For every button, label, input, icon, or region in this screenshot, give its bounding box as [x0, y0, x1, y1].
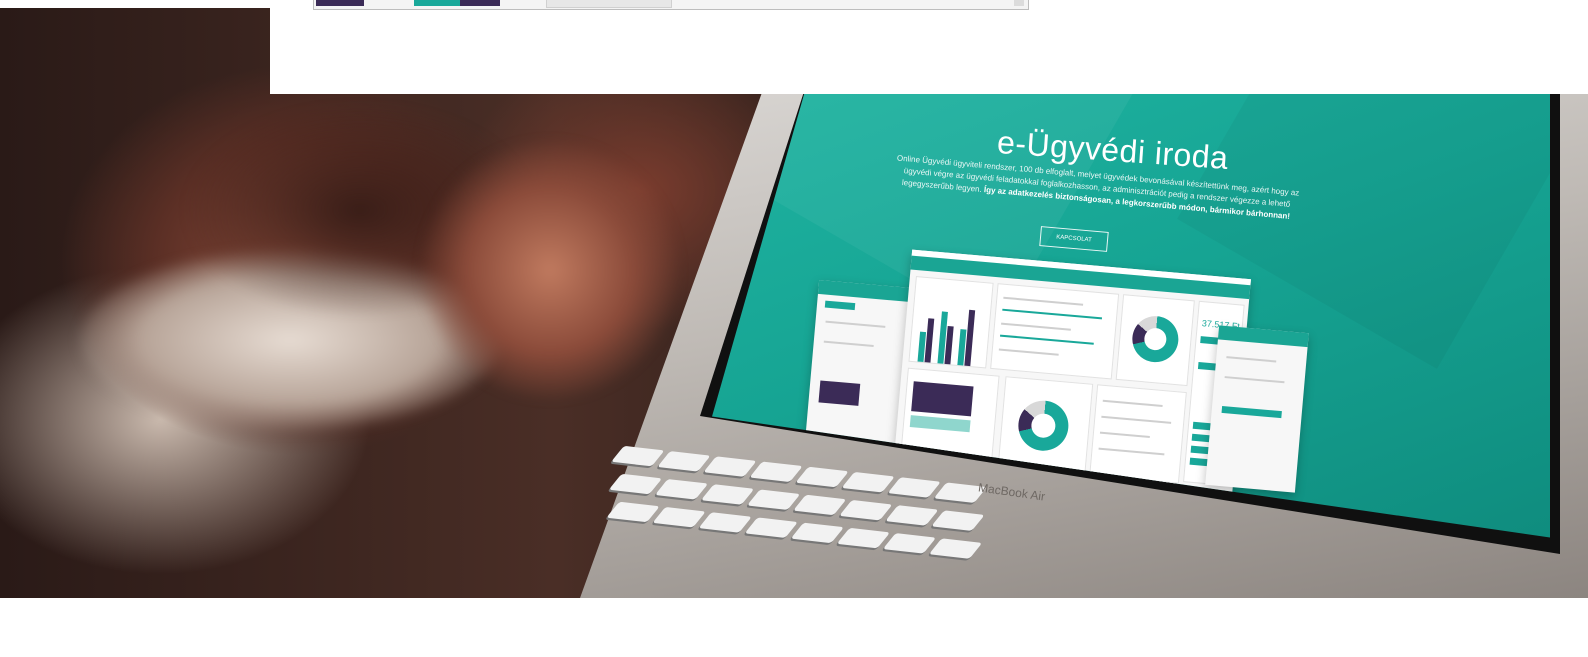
keyboard-key — [790, 522, 845, 544]
text-line — [823, 340, 874, 347]
keyboard-key — [652, 506, 706, 528]
keyboard-key — [749, 461, 803, 483]
dark-card — [911, 381, 974, 417]
progress-line — [999, 334, 1094, 345]
text-line — [1003, 296, 1084, 306]
text-line — [1101, 415, 1172, 424]
keyboard-key — [703, 456, 757, 477]
text-line — [998, 348, 1059, 356]
donut-card — [1115, 294, 1195, 387]
chart-bar — [924, 318, 935, 363]
strip-dark-segment-2 — [460, 0, 500, 6]
keyboard-key — [700, 484, 755, 505]
keyboard-key — [608, 473, 663, 495]
keyboard-key — [747, 489, 801, 510]
light-teal-block — [909, 415, 971, 433]
panel-button — [1221, 405, 1282, 419]
bar-chart-card — [908, 276, 994, 369]
strip-input-box — [546, 0, 672, 8]
contact-button[interactable]: KAPCSOLAT — [1039, 226, 1109, 252]
keyboard-key — [887, 477, 941, 498]
text-line — [1098, 447, 1165, 456]
strip-scrollbar — [1014, 0, 1024, 6]
progress-line — [1002, 308, 1103, 320]
list-card — [990, 283, 1120, 380]
keyboard-key — [882, 533, 937, 554]
strip-dark-segment — [316, 0, 364, 6]
keyboard-key — [931, 510, 985, 531]
keyboard-key — [841, 471, 895, 493]
keyboard-key — [836, 527, 891, 549]
screenshot-strip — [313, 0, 1029, 10]
chart-bar — [964, 309, 976, 367]
text-line — [825, 320, 886, 328]
text-line — [1099, 431, 1150, 439]
white-overlay-block — [270, 0, 1588, 94]
app-button — [824, 300, 856, 311]
blurred-face — [420, 140, 680, 400]
app-topbar — [1217, 325, 1309, 348]
white-overlay-edge — [0, 0, 270, 8]
keyboard-key — [606, 501, 660, 523]
strip-teal-segment — [414, 0, 460, 6]
keyboard-key — [698, 512, 752, 533]
text-line — [1224, 376, 1285, 384]
app-window-right — [1205, 325, 1309, 493]
keyboard-key — [839, 499, 893, 521]
keyboard-key — [654, 479, 709, 500]
keyboard-key — [795, 466, 849, 488]
timeline-card — [1089, 384, 1187, 484]
keyboard-key — [793, 494, 847, 516]
app-topbar — [817, 279, 919, 303]
text-line — [1001, 322, 1071, 331]
keyboard-key — [885, 505, 939, 526]
keyboard-key — [611, 445, 665, 467]
text-line — [1102, 399, 1163, 408]
text-line — [1226, 356, 1277, 363]
keyboard-key — [744, 517, 798, 538]
keyboard-key — [657, 451, 711, 472]
keyboard-key — [928, 538, 983, 559]
dark-card — [818, 380, 861, 406]
